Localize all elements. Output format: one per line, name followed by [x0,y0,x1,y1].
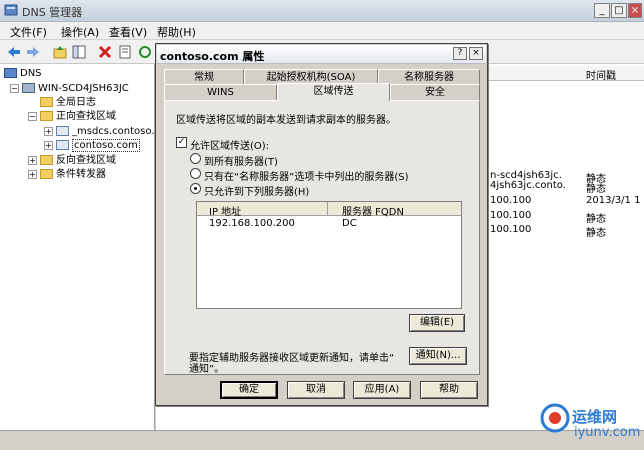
timestamp-column-header[interactable]: 时间戳 [586,67,616,82]
radio-name-servers-tab[interactable] [190,168,201,179]
zone-icon [56,126,69,136]
radio-name-servers-tab-label: 只有在“名称服务器”选项卡中列出的服务器(S) [204,172,409,183]
status-bar [0,430,644,450]
tree-node-conditional-forwarders[interactable]: + 条件转发器 [28,167,106,182]
tab-wins[interactable]: WINS [164,84,277,100]
record-row-name[interactable]: 100.100 [490,210,531,221]
server-list[interactable]: IP 地址 服务器 FQDN 192.168.100.200 DC [196,201,462,309]
main-window-title: DNS 管理器 [22,6,83,19]
record-row-name[interactable]: 4jsh63jc.conto. [490,180,566,191]
close-button[interactable]: × [628,3,642,18]
dns-icon [4,68,17,78]
apply-button[interactable]: 应用(A) [353,381,411,399]
tab-name-servers[interactable]: 名称服务器 [378,69,480,85]
delete-icon[interactable] [97,44,113,60]
ip-address-column[interactable]: IP 地址 [209,203,241,218]
tree-pane: DNS − WIN-SCD4JSH63JC 全局日志 − 正向查找区域 + _msdc… [0,64,160,430]
refresh-icon[interactable] [137,44,153,60]
properties-icon[interactable] [117,44,133,60]
record-row-name[interactable]: 100.100 [490,224,531,235]
watermark-site-url: iyunv.com [574,425,641,440]
record-row-timestamp[interactable]: 2013/3/1 1 [586,195,640,206]
show-hide-tree-icon[interactable] [71,44,87,60]
folder-icon [40,155,53,165]
properties-dialog: contoso.com 属性 ? × 常规 起始授权机构(SOA) 名称服务器 … [155,43,488,406]
menu-bar: 文件(F) 操作(A) 查看(V) 帮助(H) [0,22,644,40]
folder-icon [40,111,53,121]
record-row-timestamp[interactable]: 静态 [586,210,606,225]
tree-node-contoso-zone[interactable]: + contoso.com [44,138,140,153]
tree-node-global-log[interactable]: 全局日志 [40,95,96,110]
watermark-logo-icon [540,403,570,433]
radio-listed-servers[interactable] [190,183,201,194]
tab-security[interactable]: 安全 [390,84,480,100]
watermark-site-name: 运维网 [572,408,618,426]
expand-icon[interactable]: + [28,155,37,165]
tree-node-forward-zones[interactable]: − 正向查找区域 [28,109,116,124]
radio-any-server[interactable] [190,153,201,164]
server-list-header: IP 地址 服务器 FQDN [197,202,461,218]
notify-text-line2: 通知”。 [189,364,225,375]
main-title-bar: DNS 管理器 _ □ × [0,0,644,22]
tree-node-msdcs-zone[interactable]: + _msdcs.contoso.c [44,124,160,139]
notify-button[interactable]: 通知(N)... [409,347,467,365]
back-arrow-icon[interactable] [6,44,22,60]
dialog-close-button[interactable]: × [469,47,483,60]
server-fqdn-column[interactable]: 服务器 FQDN [342,203,404,218]
folder-icon [40,169,53,179]
record-row-timestamp[interactable]: 静态 [586,224,606,239]
tab-general[interactable]: 常规 [164,69,244,85]
dialog-title: contoso.com 属性 [160,50,265,63]
expand-icon[interactable]: + [44,140,53,150]
zone-transfer-description: 区域传送将区域的副本发送到请求副本的服务器。 [176,115,396,126]
minimize-button[interactable]: _ [594,3,610,18]
zone-icon [56,140,69,150]
tree-node-server[interactable]: − WIN-SCD4JSH63JC [10,81,129,96]
maximize-button[interactable]: □ [611,3,627,18]
server-fqdn-cell[interactable]: DC [342,218,357,229]
server-icon [22,83,35,93]
forward-arrow-icon[interactable] [25,44,41,60]
cancel-button[interactable]: 取消 [287,381,345,399]
dns-app-icon [4,4,18,16]
dialog-title-bar: contoso.com 属性 ? × [157,45,486,64]
edit-button[interactable]: 编辑(E) [409,314,465,332]
allow-transfer-checkbox[interactable]: ✓ [176,137,187,148]
up-folder-icon[interactable] [52,44,68,60]
column-divider [327,202,328,215]
help-question-button[interactable]: ? [453,47,467,60]
expand-icon[interactable]: + [28,169,37,179]
radio-any-server-label: 到所有服务器(T) [204,157,278,168]
ok-button[interactable]: 确定 [220,381,278,399]
menu-view[interactable]: 查看(V) [109,24,147,40]
menu-help[interactable]: 帮助(H) [157,24,196,40]
folder-icon [40,97,53,107]
server-ip-cell[interactable]: 192.168.100.200 [209,218,295,229]
menu-action[interactable]: 操作(A) [61,24,99,40]
record-row-timestamp[interactable]: 静态 [586,180,606,195]
allow-transfer-label: 允许区域传送(O): [190,141,270,152]
radio-listed-servers-label: 只允许到下列服务器(H) [204,187,310,198]
record-row-name[interactable]: 100.100 [490,195,531,206]
collapse-icon[interactable]: − [10,83,19,93]
tab-zone-transfers[interactable]: 区域传送 [277,83,390,101]
help-button[interactable]: 帮助 [420,381,478,399]
menu-file[interactable]: 文件(F) [10,24,47,40]
collapse-icon[interactable]: − [28,111,37,121]
expand-icon[interactable]: + [44,126,53,136]
tree-node-dns[interactable]: DNS [4,66,42,81]
tree-node-reverse-zones[interactable]: + 反向查找区域 [28,153,116,168]
